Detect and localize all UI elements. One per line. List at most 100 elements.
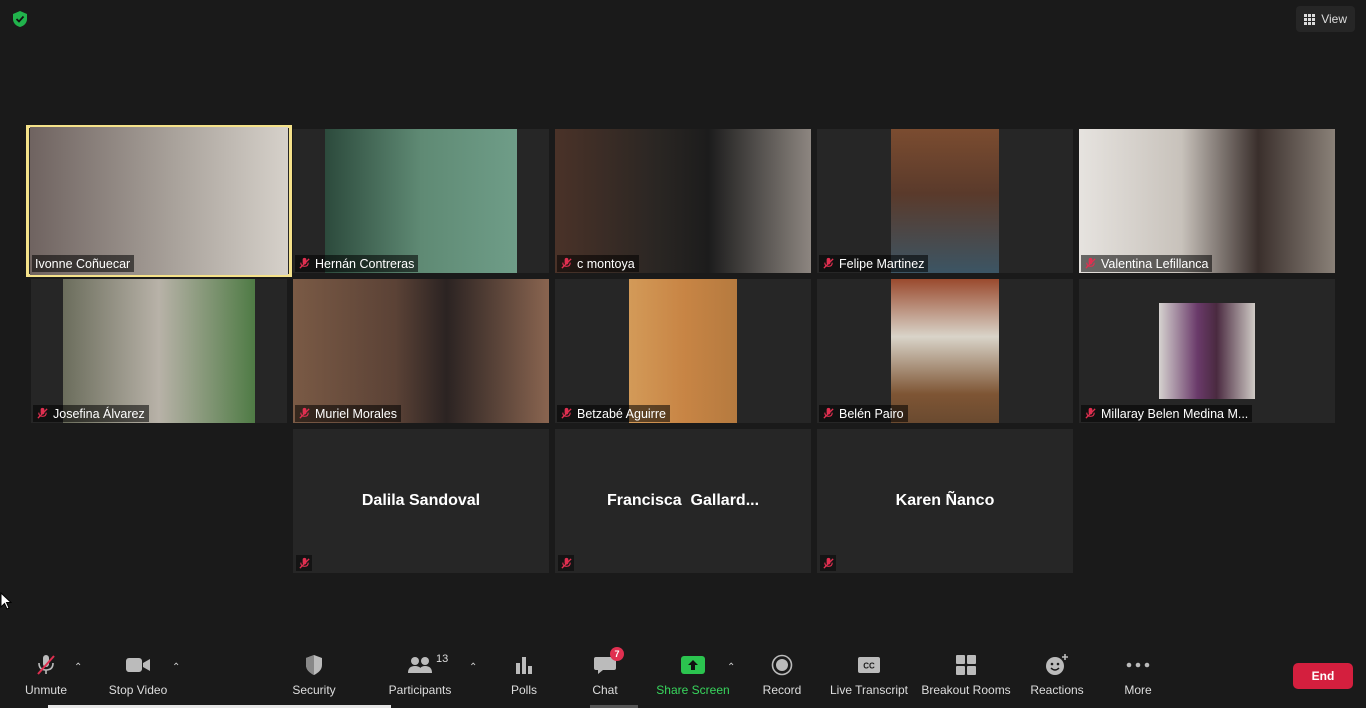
participant-video [1079,129,1335,273]
polls-bar-chart-icon [516,657,532,674]
polls-button[interactable]: Polls [504,648,544,708]
participant-name-label: Muriel Morales [295,405,401,422]
participant-video [1159,303,1255,399]
record-icon [771,654,793,676]
video-camera-icon [126,658,150,672]
participant-name: Millaray Belen Medina M... [1101,406,1249,421]
participant-tile[interactable]: Felipe Martinez [817,129,1073,273]
mic-muted-icon [560,557,572,569]
participant-video [891,129,999,273]
participant-tile[interactable]: Josefina Álvarez [31,279,287,423]
participants-count: 13 [436,653,449,665]
mic-muted-icon [823,407,834,419]
polls-label: Polls [510,683,537,697]
breakout-rooms-label: Breakout Rooms [921,683,1011,697]
smiley-plus-icon [1046,654,1068,675]
participant-name-label: Josefina Álvarez [33,405,149,422]
participant-video [63,279,255,423]
participant-tile[interactable]: Dalila Sandoval [293,429,549,573]
participant-tile[interactable]: Francisca Gallard... [555,429,811,573]
participant-tile[interactable]: Muriel Morales [293,279,549,423]
participant-name-label: Felipe Martinez [819,255,929,272]
participant-name: Hernán Contreras [315,256,415,271]
participant-video [891,279,999,423]
security-label: Security [292,683,336,697]
more-label: More [1124,683,1152,697]
participant-mute-indicator [558,555,574,571]
participant-name-label: Valentina Lefillanca [1081,255,1213,272]
svg-text:CC: CC [863,662,875,671]
stop-video-button[interactable]: Stop Video [104,648,172,708]
participant-mute-indicator [820,555,836,571]
participant-name-label: c montoya [557,255,639,272]
more-dots-icon [1126,662,1150,668]
share-screen-button[interactable]: Share Screen [655,648,731,708]
participant-video [293,279,549,423]
participant-name: Betzabé Aguirre [577,406,666,421]
breakout-rooms-button[interactable]: Breakout Rooms [920,648,1012,708]
mic-muted-icon [299,407,310,419]
participant-tile[interactable]: Valentina Lefillanca [1079,129,1335,273]
participant-tile[interactable]: Hernán Contreras [293,129,549,273]
mic-muted-icon [37,407,48,419]
grid-view-icon [1304,13,1316,25]
participant-video [325,129,517,273]
participant-tile[interactable]: Betzabé Aguirre [555,279,811,423]
stop-video-label: Stop Video [108,683,168,697]
chat-unread-badge: 7 [610,647,624,661]
chat-button[interactable]: 7 Chat [585,647,625,708]
participant-name: Muriel Morales [315,406,397,421]
participant-tile[interactable]: Millaray Belen Medina M... [1079,279,1335,423]
participant-name-label: Hernán Contreras [295,255,419,272]
meeting-toolbar: Unmute ⌃ Stop Video ⌃ Security 13 Partic… [0,647,1366,708]
participant-name-label: Millaray Belen Medina M... [1081,405,1253,422]
unmute-button[interactable]: Unmute [18,648,74,708]
share-screen-label: Share Screen [656,683,730,697]
view-button[interactable]: View [1296,6,1355,32]
participant-name: Josefina Álvarez [53,406,145,421]
mic-muted-icon [299,257,310,269]
participants-button[interactable]: 13 Participants [385,648,455,708]
closed-caption-icon: CC [858,657,880,673]
more-button[interactable]: More [1118,648,1158,708]
participant-name: Ivonne Coñuecar [35,256,131,271]
participant-name: Belén Pairo [839,406,904,421]
mic-muted-icon [1085,407,1096,419]
live-transcript-label: Live Transcript [829,683,909,697]
share-options-caret-icon[interactable]: ⌃ [727,662,737,673]
security-button[interactable]: Security [288,648,340,708]
participant-tile[interactable]: c montoya [555,129,811,273]
mic-muted-icon [561,407,572,419]
chat-label: Chat [592,683,618,697]
mic-muted-icon [822,557,834,569]
participant-name: Dalila Sandoval [361,492,481,509]
reactions-button[interactable]: Reactions [1028,648,1086,708]
participant-mute-indicator [296,555,312,571]
participant-name: Francisca Gallard... [606,492,760,509]
participants-icon [408,657,432,673]
mic-muted-icon [823,257,834,269]
participant-video [629,279,737,423]
end-meeting-button[interactable]: End [1293,663,1353,689]
mouse-cursor-icon [0,592,12,610]
participant-video [555,129,811,273]
breakout-rooms-icon [956,655,976,675]
participant-name: c montoya [577,256,635,271]
record-button[interactable]: Record [760,648,804,708]
view-button-label: View [1321,12,1347,26]
video-options-caret-icon[interactable]: ⌃ [172,662,182,673]
share-screen-arrow-icon [681,656,705,674]
mic-muted-icon [37,655,55,675]
unmute-label: Unmute [24,683,68,697]
participant-name: Valentina Lefillanca [1101,256,1209,271]
mic-muted-icon [561,257,572,269]
participant-tile[interactable]: Belén Pairo [817,279,1073,423]
participant-tile[interactable]: Ivonne Coñuecar [26,125,292,277]
live-transcript-button[interactable]: CC Live Transcript [828,648,910,708]
participants-options-caret-icon[interactable]: ⌃ [469,662,479,673]
audio-options-caret-icon[interactable]: ⌃ [74,662,84,673]
participant-tile[interactable]: Karen Ñanco [817,429,1073,573]
encryption-shield-icon[interactable] [11,10,29,28]
participant-name: Karen Ñanco [895,492,995,509]
mic-muted-icon [298,557,310,569]
